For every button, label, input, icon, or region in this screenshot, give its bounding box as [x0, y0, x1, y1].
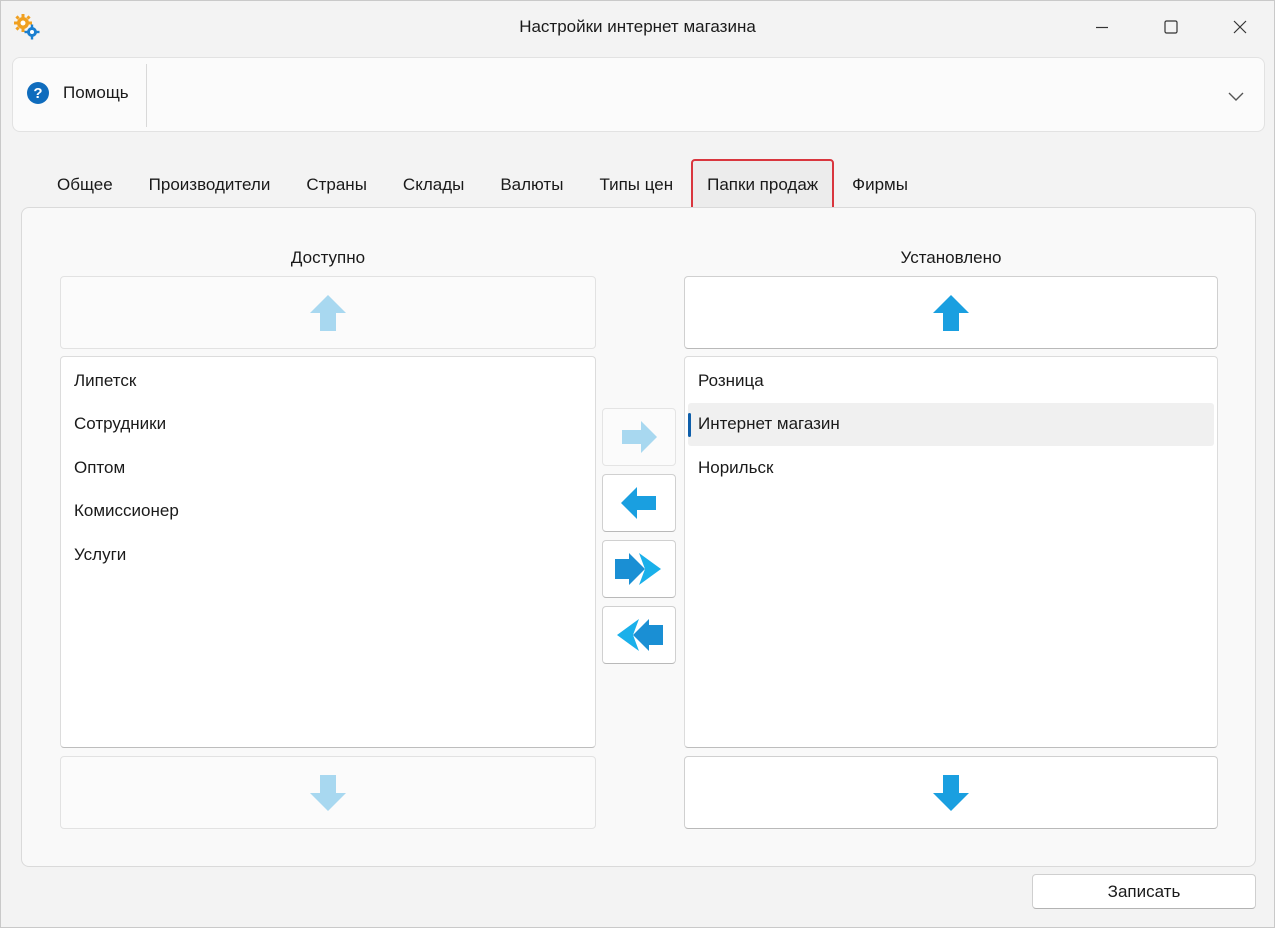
- tab-sales-folders[interactable]: Папки продаж: [691, 159, 835, 211]
- help-panel: ? Помощь: [12, 57, 1265, 132]
- title-bar: Настройки интернет магазина: [1, 1, 1274, 53]
- available-move-up-button[interactable]: [60, 276, 596, 349]
- tab-currencies[interactable]: Валюты: [482, 159, 581, 211]
- move-all-right-button[interactable]: [602, 540, 676, 598]
- tab-manufacturers[interactable]: Производители: [131, 159, 289, 211]
- settings-window: Настройки интернет магазина ? Помощь Общ…: [0, 0, 1275, 928]
- arrow-down-icon: [933, 774, 969, 811]
- question-circle-icon: ?: [27, 82, 49, 104]
- double-arrow-right-icon: [615, 553, 661, 585]
- list-item-selected[interactable]: Интернет магазин: [688, 402, 1214, 446]
- help-label: Помощь: [63, 83, 129, 102]
- arrow-right-icon: [622, 421, 657, 453]
- minimize-button[interactable]: [1068, 1, 1136, 53]
- maximize-button[interactable]: [1137, 1, 1205, 53]
- move-all-left-button[interactable]: [602, 606, 676, 664]
- minimize-icon: [1096, 26, 1108, 29]
- tab-bar: Общее Производители Страны Склады Валюты…: [39, 159, 926, 211]
- tab-content-panel: Доступно Установлено Липетск Сотрудники …: [21, 207, 1256, 867]
- tab-warehouses[interactable]: Склады: [385, 159, 482, 211]
- maximize-icon: [1164, 20, 1178, 34]
- list-item[interactable]: Услуги: [61, 533, 595, 577]
- arrow-up-icon: [310, 294, 346, 331]
- tab-countries[interactable]: Страны: [288, 159, 385, 211]
- help-divider: [146, 64, 147, 127]
- help-button[interactable]: ? Помощь: [27, 82, 129, 104]
- double-arrow-left-icon: [617, 619, 663, 651]
- installed-list[interactable]: Розница Интернет магазин Норильск: [684, 356, 1218, 748]
- close-button[interactable]: [1206, 1, 1274, 53]
- arrow-up-icon: [933, 294, 969, 331]
- installed-move-up-button[interactable]: [684, 276, 1218, 349]
- tab-price-types[interactable]: Типы цен: [581, 159, 691, 211]
- close-icon: [1233, 20, 1247, 34]
- list-item[interactable]: Оптом: [61, 446, 595, 490]
- installed-move-down-button[interactable]: [684, 756, 1218, 829]
- chevron-down-icon[interactable]: [1225, 88, 1247, 104]
- move-left-button[interactable]: [602, 474, 676, 532]
- list-item[interactable]: Норильск: [685, 446, 1217, 490]
- list-item[interactable]: Липетск: [61, 359, 595, 403]
- installed-title: Установлено: [900, 248, 1002, 267]
- available-list[interactable]: Липетск Сотрудники Оптом Комиссионер Усл…: [60, 356, 596, 748]
- tab-general[interactable]: Общее: [39, 159, 131, 211]
- tab-companies[interactable]: Фирмы: [834, 159, 926, 211]
- arrow-down-icon: [310, 774, 346, 811]
- list-item[interactable]: Сотрудники: [61, 403, 595, 447]
- arrow-left-icon: [621, 487, 656, 519]
- save-button[interactable]: Записать: [1032, 874, 1256, 909]
- move-right-button[interactable]: [602, 408, 676, 466]
- list-item[interactable]: Розница: [685, 359, 1217, 403]
- list-item[interactable]: Комиссионер: [61, 490, 595, 534]
- available-title: Доступно: [290, 248, 366, 267]
- available-move-down-button[interactable]: [60, 756, 596, 829]
